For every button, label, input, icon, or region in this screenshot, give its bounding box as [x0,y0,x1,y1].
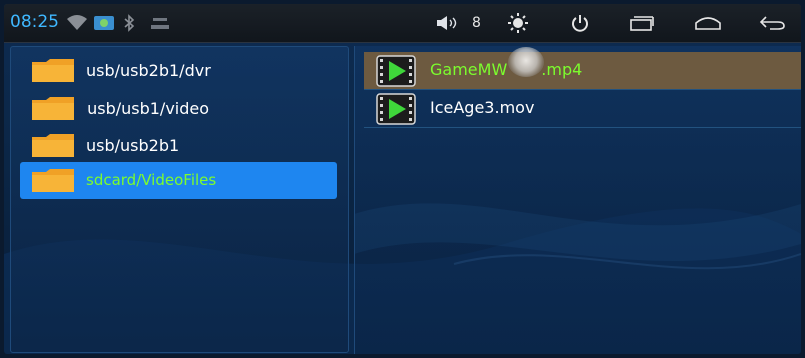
folder-icon [32,134,74,157]
folder-item[interactable]: usb/usb2b1 [20,127,337,164]
back-icon[interactable] [758,15,786,31]
bluetooth-icon [124,14,135,32]
recent-apps-icon[interactable] [630,15,654,31]
folder-icon [32,59,74,82]
app-frame: 08:25 8 usb/usb2b1/dvr usb/usb1/video us… [4,4,801,354]
folder-icon [32,169,74,192]
file-item[interactable]: IceAge3.mov [364,90,801,128]
home-icon[interactable] [694,15,722,31]
clock-time: 08:25 [10,12,59,32]
folder-label: usb/usb2b1 [86,136,180,155]
brightness-icon[interactable] [508,13,528,33]
gallery-icon [94,16,114,30]
power-icon[interactable] [570,13,590,33]
volume-level: 8 [472,15,481,31]
file-label: IceAge3.mov [430,98,535,117]
folder-label: sdcard/VideoFiles [86,171,217,189]
folder-label: usb/usb1/video [82,99,210,118]
wifi-icon [67,15,87,30]
folder-item-selected[interactable]: sdcard/VideoFiles [20,162,337,199]
folder-label: usb/usb2b1/dvr [86,61,211,80]
touch-indicator [508,47,544,77]
volume-icon [437,16,457,30]
file-item-selected[interactable]: GameMW .mp4 [364,52,801,90]
status-bar: 08:25 8 [4,4,801,43]
usb-icon [151,18,169,29]
file-label: GameMW .mp4 [430,60,583,79]
folder-icon [32,97,74,120]
folder-item[interactable]: usb/usb2b1/dvr [20,52,337,89]
video-file-icon [376,93,416,125]
folder-item[interactable]: usb/usb1/video [20,90,337,127]
video-file-icon [376,55,416,87]
